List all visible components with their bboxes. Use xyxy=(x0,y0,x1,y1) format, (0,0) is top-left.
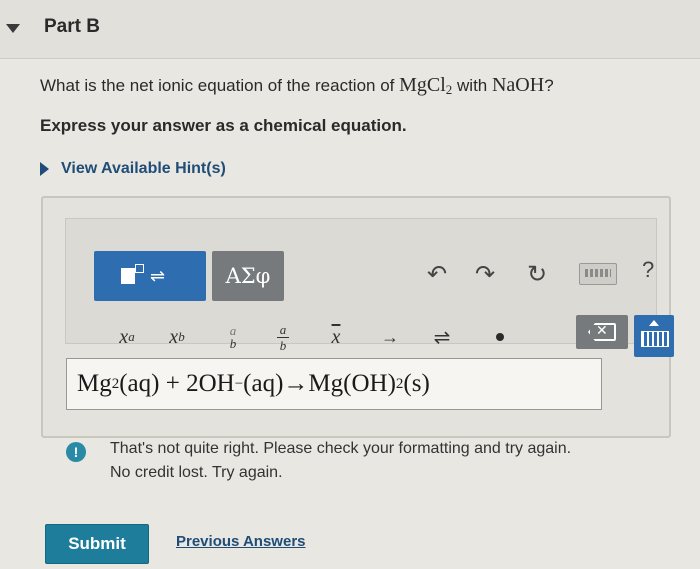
templates-button[interactable]: ⇌ xyxy=(94,251,206,301)
undo-icon[interactable]: ↶ xyxy=(422,257,452,291)
overline-x-button[interactable]: x xyxy=(322,317,350,357)
answer-area: ⇌ ΑΣφ ↶ ↷ ↻ ? xa xb ab ab x → ⇌ ✕ Mg 2 (… xyxy=(41,196,674,438)
keyboard-toggle-button[interactable] xyxy=(634,315,674,357)
reaction-arrow-button[interactable]: → xyxy=(376,317,404,357)
instruction-text: Express your answer as a chemical equati… xyxy=(40,116,407,135)
reset-icon[interactable]: ↻ xyxy=(522,257,552,291)
view-hints-link[interactable]: View Available Hint(s) xyxy=(40,160,226,178)
part-title: Part B xyxy=(44,16,100,37)
equilibrium-arrow-button[interactable]: ⇌ xyxy=(428,317,456,357)
template-small-square-icon xyxy=(134,263,144,273)
part-header[interactable]: Part B xyxy=(0,0,700,59)
fraction-bar-button[interactable]: ab xyxy=(270,317,296,357)
expand-triangle-icon xyxy=(40,162,49,176)
feedback-line-1: That's not quite right. Please check you… xyxy=(110,440,572,457)
feedback-line-2: No credit lost. Try again. xyxy=(110,464,283,481)
submit-button[interactable]: Submit xyxy=(45,524,149,564)
symbol-row: xa xb ab ab x → ⇌ ✕ xyxy=(110,315,690,357)
reactant-1: MgCl2 xyxy=(399,74,453,97)
dot-button[interactable] xyxy=(496,333,504,341)
template-arrows-icon: ⇌ xyxy=(149,265,166,286)
fraction-button[interactable]: ab xyxy=(220,317,246,357)
subscript-button[interactable]: xb xyxy=(160,317,194,357)
greek-symbols-button[interactable]: ΑΣφ xyxy=(212,251,284,301)
chevron-up-icon xyxy=(649,320,659,326)
help-button[interactable]: ? xyxy=(642,257,654,283)
keyboard-icon xyxy=(641,331,669,347)
superscript-button[interactable]: xa xyxy=(110,317,144,357)
delete-x-icon: ✕ xyxy=(596,322,608,338)
question-text: What is the net ionic equation of the re… xyxy=(40,74,554,97)
equation-toolbar: ⇌ ΑΣφ ↶ ↷ ↻ ? xa xb ab ab x → ⇌ ✕ xyxy=(65,218,674,357)
warning-icon: ! xyxy=(66,442,86,462)
template-square-icon xyxy=(120,268,135,284)
previous-answers-link[interactable]: Previous Answers xyxy=(176,533,306,550)
collapse-caret-icon[interactable] xyxy=(6,24,20,33)
answer-input[interactable]: Mg 2 (aq) + 2OH − (aq)→Mg(OH) 2 (s) xyxy=(66,358,602,410)
reactant-2: NaOH xyxy=(491,74,545,96)
hints-label: View Available Hint(s) xyxy=(61,160,226,177)
redo-icon[interactable]: ↷ xyxy=(470,257,500,291)
keyboard-shortcuts-icon[interactable] xyxy=(579,263,617,285)
